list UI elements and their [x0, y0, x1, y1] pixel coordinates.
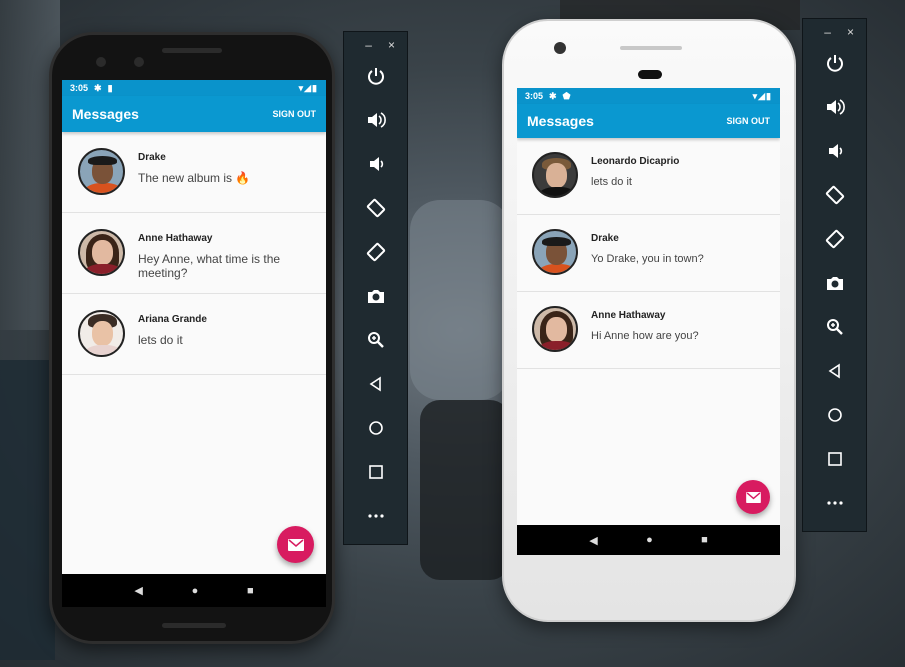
phone-screen: 3:05 ✱ ⬟ ▾◢▮ Messages SIGN OUT Leonardo … — [517, 88, 780, 555]
minimize-icon[interactable]: – — [824, 25, 831, 41]
home-icon[interactable] — [354, 406, 398, 450]
mail-icon — [287, 538, 304, 551]
sign-out-button[interactable]: SIGN OUT — [272, 109, 316, 119]
contact-name: Ariana Grande — [138, 314, 207, 325]
camera-icon[interactable] — [354, 274, 398, 318]
system-nav-bar: ◀ ● ■ — [517, 525, 780, 555]
camera-icon[interactable] — [813, 261, 857, 305]
message-item[interactable]: Leonardo Dicaprio lets do it — [517, 138, 780, 215]
status-icons: ▾◢▮ — [298, 82, 318, 93]
bottom-speaker — [162, 623, 226, 628]
nav-overview-button[interactable]: ■ — [701, 534, 708, 546]
message-item[interactable]: Drake Yo Drake, you in town? — [517, 215, 780, 292]
emulator-toolbar: – × — [802, 18, 867, 532]
mail-icon — [745, 491, 761, 503]
message-preview: Hi Anne how are you? — [591, 330, 699, 342]
nav-back-button[interactable]: ◀ — [589, 534, 597, 547]
speaker-grille — [620, 46, 682, 50]
avatar — [532, 306, 578, 352]
front-camera-icon — [554, 42, 566, 54]
rotate-left-icon[interactable] — [813, 173, 857, 217]
message-item[interactable]: Ariana Grande lets do it — [62, 294, 326, 375]
overview-icon[interactable] — [813, 437, 857, 481]
compose-fab[interactable] — [277, 526, 314, 563]
contact-name: Anne Hathaway — [591, 310, 666, 321]
back-icon[interactable] — [813, 349, 857, 393]
emulator-toolbar: – × — [343, 31, 408, 545]
front-camera-icon — [96, 57, 106, 67]
system-nav-bar: ◀ ● ■ — [62, 574, 326, 607]
emulator-phone-black: 3:05 ✱ ▮ ▾◢▮ Messages SIGN OUT Drake The… — [49, 32, 335, 644]
nav-home-button[interactable]: ● — [646, 534, 653, 546]
nav-overview-button[interactable]: ■ — [247, 585, 254, 597]
rotate-right-icon[interactable] — [354, 230, 398, 274]
zoom-icon[interactable] — [354, 318, 398, 362]
minimize-icon[interactable]: – — [365, 38, 372, 54]
power-icon[interactable] — [354, 54, 398, 98]
status-bar: 3:05 ✱ ▮ ▾◢▮ — [62, 80, 326, 96]
volume-up-icon[interactable] — [813, 85, 857, 129]
zoom-icon[interactable] — [813, 305, 857, 349]
message-preview: Hey Anne, what time is the meeting? — [138, 252, 281, 280]
nav-back-button[interactable]: ◀ — [134, 584, 142, 597]
more-icon[interactable] — [354, 494, 398, 538]
settings-icon: ✱ — [94, 82, 102, 93]
contact-name: Drake — [138, 152, 166, 163]
rotate-left-icon[interactable] — [354, 186, 398, 230]
home-icon[interactable] — [813, 393, 857, 437]
app-title: Messages — [72, 106, 139, 122]
message-item[interactable]: Anne Hathaway Hey Anne, what time is the… — [62, 213, 326, 294]
app-title: Messages — [527, 113, 594, 129]
volume-down-icon[interactable] — [354, 142, 398, 186]
contact-name: Drake — [591, 233, 619, 244]
close-icon[interactable]: × — [847, 25, 854, 41]
emulator-phone-white: 3:05 ✱ ⬟ ▾◢▮ Messages SIGN OUT Leonardo … — [502, 19, 796, 622]
message-item[interactable]: Drake The new album is 🔥 — [62, 132, 326, 213]
sim-icon: ▮ — [107, 82, 113, 93]
avatar — [532, 229, 578, 275]
rotate-right-icon[interactable] — [813, 217, 857, 261]
avatar — [532, 152, 578, 198]
power-icon[interactable] — [813, 41, 857, 85]
speaker-grille — [162, 48, 222, 53]
close-icon[interactable]: × — [388, 38, 395, 54]
message-preview: lets do it — [138, 333, 183, 347]
message-preview: lets do it — [591, 176, 632, 188]
status-icons: ▾◢▮ — [752, 90, 772, 101]
sign-out-button[interactable]: SIGN OUT — [726, 116, 770, 126]
status-bar: 3:05 ✱ ⬟ ▾◢▮ — [517, 88, 780, 104]
more-icon[interactable] — [813, 481, 857, 525]
settings-icon: ✱ — [549, 90, 557, 101]
status-time: 3:05 — [70, 83, 89, 93]
shield-icon: ⬟ — [562, 90, 571, 101]
app-bar: Messages SIGN OUT — [517, 104, 780, 138]
app-bar: Messages SIGN OUT — [62, 96, 326, 132]
contact-name: Anne Hathaway — [138, 233, 213, 244]
sensor-icon — [638, 70, 662, 79]
status-time: 3:05 — [525, 91, 544, 101]
nav-home-button[interactable]: ● — [192, 585, 199, 597]
contact-name: Leonardo Dicaprio — [591, 156, 680, 167]
sensor-icon — [134, 57, 144, 67]
message-preview: The new album is 🔥 — [138, 171, 251, 185]
avatar — [78, 148, 125, 195]
compose-fab[interactable] — [736, 480, 770, 514]
avatar — [78, 310, 125, 357]
back-icon[interactable] — [354, 362, 398, 406]
volume-up-icon[interactable] — [354, 98, 398, 142]
avatar — [78, 229, 125, 276]
phone-screen: 3:05 ✱ ▮ ▾◢▮ Messages SIGN OUT Drake The… — [62, 80, 326, 574]
message-preview: Yo Drake, you in town? — [591, 253, 704, 265]
overview-icon[interactable] — [354, 450, 398, 494]
volume-down-icon[interactable] — [813, 129, 857, 173]
message-item[interactable]: Anne Hathaway Hi Anne how are you? — [517, 292, 780, 369]
